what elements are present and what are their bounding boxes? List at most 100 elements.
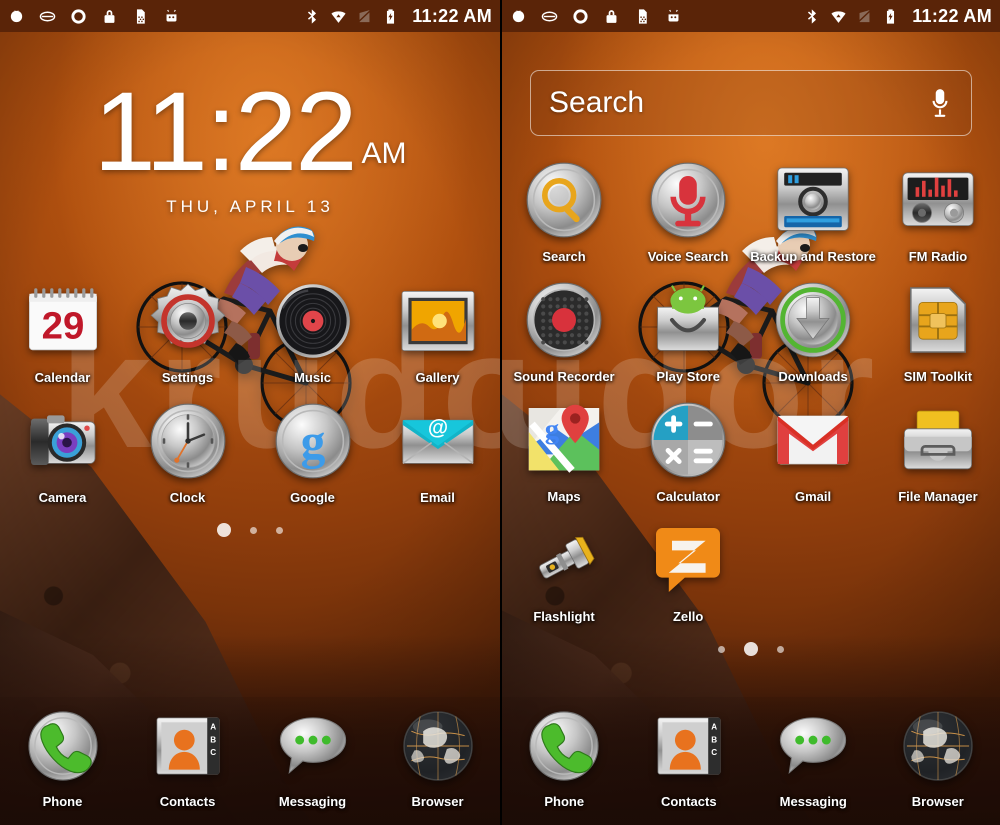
- bluetooth-icon: [308, 8, 317, 24]
- page-dot[interactable]: [250, 526, 257, 534]
- app-label: Backup and Restore: [750, 249, 876, 264]
- app-icon-flashlight[interactable]: Flashlight: [502, 516, 626, 636]
- app-grid-right: Search Voice Search Backup and Restore F…: [502, 156, 1000, 636]
- page-dot[interactable]: [276, 526, 283, 534]
- clock-date: THU, APRIL 13: [166, 197, 334, 217]
- app-icon-calendar[interactable]: 29 Calendar: [0, 277, 125, 397]
- file-tray-icon: [898, 396, 978, 485]
- radio-icon: [898, 156, 978, 245]
- contacts-person-icon: ABC: [652, 705, 726, 788]
- app-icon-calculator[interactable]: Calculator: [626, 396, 750, 516]
- app-icon-voice-search[interactable]: Voice Search: [626, 156, 750, 276]
- dock-item-messaging[interactable]: Messaging: [751, 705, 876, 809]
- message-bubble-icon: [776, 705, 850, 788]
- page-dot[interactable]: [744, 642, 758, 656]
- app-icon-music[interactable]: Music: [250, 277, 375, 397]
- app-icon-search[interactable]: Search: [502, 156, 626, 276]
- magnifier-icon: [524, 156, 604, 245]
- page-indicator-right: [502, 636, 1000, 662]
- app-icon-play-store[interactable]: Play Store: [626, 276, 750, 396]
- app-icon-file-manager[interactable]: File Manager: [876, 396, 1000, 516]
- app-icon-fm-radio[interactable]: FM Radio: [876, 156, 1000, 276]
- search-bar[interactable]: Search: [530, 70, 972, 136]
- app-icon-sim-toolkit[interactable]: SIM Toolkit: [876, 276, 1000, 396]
- home-screen-right: krudor 11:22 AM Search: [500, 0, 1000, 825]
- dock-label: Contacts: [159, 794, 216, 809]
- android-icon: [166, 9, 177, 21]
- clock-time: 11:22: [93, 69, 358, 194]
- sdcard-icon: [638, 8, 647, 24]
- backup-restore-icon: [773, 156, 853, 245]
- dock-item-phone[interactable]: Phone: [502, 705, 627, 809]
- app-icon-sound-recorder[interactable]: Sound Recorder: [502, 276, 626, 396]
- status-bar-right: 11:22 AM: [502, 0, 1000, 32]
- phone-handset-icon: [527, 705, 601, 788]
- dock-item-browser[interactable]: Browser: [375, 705, 500, 809]
- app-icon-zello[interactable]: Zello: [626, 516, 750, 636]
- svg-text:@: @: [427, 417, 447, 440]
- dock-label: Contacts: [660, 794, 717, 809]
- phone-handset-icon: [26, 705, 100, 788]
- app-icon-email[interactable]: @ Email: [375, 397, 500, 517]
- page-dot[interactable]: [777, 645, 784, 653]
- dock-item-contacts[interactable]: ABC Contacts: [125, 705, 250, 809]
- page-dot[interactable]: [217, 523, 231, 538]
- search-input[interactable]: Search: [549, 86, 927, 120]
- app-icon-camera[interactable]: Camera: [0, 397, 125, 517]
- svg-text:g: g: [545, 413, 560, 445]
- svg-text:B: B: [210, 735, 216, 744]
- svg-text:g: g: [300, 415, 325, 470]
- app-icon-settings[interactable]: Settings: [125, 277, 250, 397]
- bluetooth-icon: [808, 8, 817, 24]
- app-label: Maps: [547, 489, 581, 504]
- dual-screenshot: krudor 11:22 AM 11:22: [0, 0, 1000, 825]
- android-icon: [668, 9, 679, 21]
- dock-label: Phone: [42, 794, 83, 809]
- contacts-person-icon: ABC: [151, 705, 225, 788]
- sound-recorder-icon: [524, 276, 604, 365]
- app-label: Sound Recorder: [513, 369, 615, 384]
- goggles-icon: [39, 11, 56, 21]
- tomato-icon: [512, 9, 525, 22]
- status-time: 11:22 AM: [412, 5, 492, 26]
- clock-widget[interactable]: 11:22 AM THU, APRIL 13: [0, 32, 500, 217]
- svg-text:A: A: [210, 723, 216, 732]
- dock-label: Browser: [411, 794, 464, 809]
- app-icon-gmail[interactable]: Gmail: [750, 396, 876, 516]
- sdcard-icon: [136, 8, 145, 24]
- app-icon-clock[interactable]: Clock: [125, 397, 250, 517]
- app-label: Search: [542, 249, 586, 264]
- status-icons-left: [8, 8, 304, 25]
- app-label: Email: [420, 490, 455, 506]
- dock-item-contacts[interactable]: ABC Contacts: [627, 705, 752, 809]
- dock: Phone ABC Contacts Messaging Browser: [502, 697, 1000, 825]
- dock-label: Messaging: [278, 794, 347, 809]
- dock: Phone ABC Contacts Messaging Browser: [0, 697, 500, 825]
- status-bar-left: 11:22 AM: [0, 0, 500, 32]
- dock-item-browser[interactable]: Browser: [876, 705, 1000, 809]
- app-label: Play Store: [656, 369, 720, 384]
- calendar-icon: 29: [23, 277, 103, 366]
- app-label: Voice Search: [647, 249, 729, 264]
- app-icon-gallery[interactable]: Gallery: [375, 277, 500, 397]
- app-icon-maps[interactable]: g Maps: [502, 396, 626, 516]
- app-label: Music: [294, 370, 331, 386]
- app-icon-google[interactable]: g Google: [250, 397, 375, 517]
- battery-charging-icon: [887, 8, 895, 24]
- dock-item-phone[interactable]: Phone: [0, 705, 125, 809]
- circle-icon: [573, 8, 588, 24]
- home-screen-left: krudor 11:22 AM 11:22: [0, 0, 500, 825]
- play-store-bag-icon: [648, 276, 728, 365]
- dock-item-messaging[interactable]: Messaging: [250, 705, 375, 809]
- svg-text:C: C: [210, 748, 216, 757]
- signal-icon: [357, 9, 372, 23]
- page-dot[interactable]: [718, 645, 725, 653]
- app-label: Calendar: [34, 370, 91, 386]
- app-label: Settings: [161, 370, 214, 386]
- wifi-icon: [831, 10, 846, 23]
- app-icon-downloads[interactable]: Downloads: [750, 276, 876, 396]
- microphone-icon[interactable]: [927, 87, 953, 119]
- message-bubble-icon: [276, 705, 350, 788]
- app-icon-backup-and-restore[interactable]: Backup and Restore: [750, 156, 876, 276]
- app-label: SIM Toolkit: [903, 369, 973, 384]
